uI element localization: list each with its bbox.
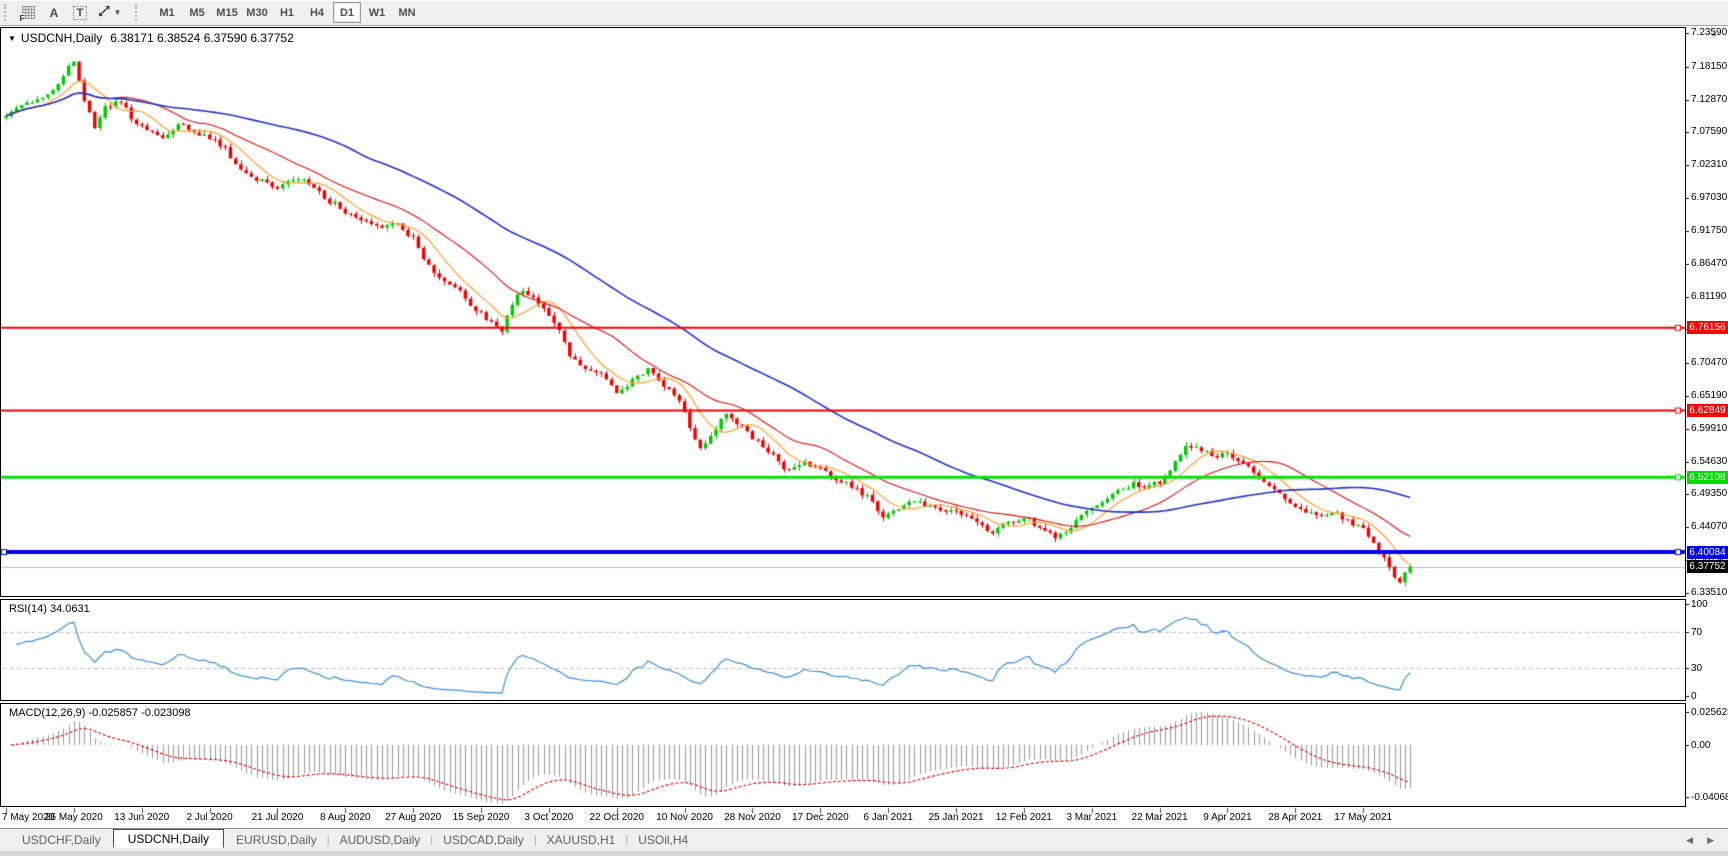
tab-scroll-controls: ◀ ▶ [1686, 835, 1714, 846]
chart-tab-usdcnh[interactable]: USDCNH,Daily [112, 829, 225, 848]
chart-tab-eurusd[interactable]: EURUSD,Daily [224, 831, 329, 849]
chart-tab-xauusd[interactable]: XAUUSD,H1 [535, 831, 628, 849]
chart-tab-audusd[interactable]: AUDUSD,Daily [328, 831, 433, 849]
trading-app-window: { "toolbar": { "icons": [ {"name": "char… [0, 0, 1728, 856]
tab-scroll-left-icon[interactable]: ◀ [1686, 835, 1693, 846]
chart-tab-usdcad[interactable]: USDCAD,Daily [431, 831, 536, 849]
chart-canvas[interactable] [0, 0, 1728, 856]
chart-tab-usdchf[interactable]: USDCHF,Daily [10, 831, 113, 849]
tab-scroll-right-icon[interactable]: ▶ [1707, 835, 1714, 846]
chart-tab-usoil[interactable]: USOil,H4 [626, 831, 700, 849]
chart-tab-bar: USDCHF,Daily USDCNH,Daily EURUSD,Daily | AUD… [0, 828, 1728, 851]
